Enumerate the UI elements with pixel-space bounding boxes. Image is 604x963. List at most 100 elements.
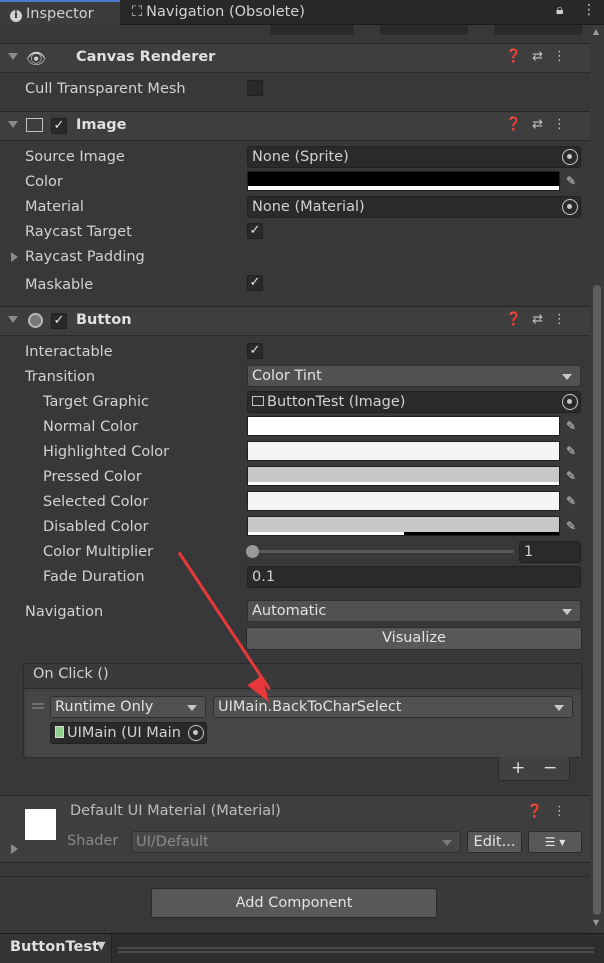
- color-label: Color: [25, 174, 63, 190]
- eyedropper-icon[interactable]: ✎: [562, 491, 580, 511]
- interactable-checkbox[interactable]: ✓: [247, 343, 263, 359]
- cull-transparent-mesh-checkbox[interactable]: [247, 80, 263, 96]
- image-component-icon: [26, 118, 43, 132]
- selected-color-label: Selected Color: [43, 494, 149, 510]
- chevron-down-icon: [187, 705, 197, 711]
- normal-color-label: Normal Color: [43, 419, 138, 435]
- footer-object-label: ButtonTest: [10, 939, 99, 955]
- chevron-down-icon: [562, 609, 572, 615]
- preset-icon[interactable]: ⇄: [532, 49, 553, 64]
- scroll-down-icon[interactable]: ▼: [593, 918, 599, 927]
- raycast-target-label: Raycast Target: [25, 224, 132, 240]
- source-image-value: None (Sprite): [252, 149, 349, 165]
- fade-duration-input[interactable]: 0.1: [247, 566, 581, 588]
- highlighted-color-field[interactable]: [247, 441, 560, 461]
- shader-options-button[interactable]: ☰ ▾: [528, 831, 582, 853]
- eyedropper-icon[interactable]: ✎: [562, 466, 580, 486]
- eyedropper-icon[interactable]: ✎: [562, 416, 580, 436]
- transition-dropdown[interactable]: Color Tint: [247, 365, 581, 387]
- pressed-color-field[interactable]: [247, 466, 560, 486]
- color-multiplier-slider-handle[interactable]: [246, 545, 259, 558]
- material-preview: [25, 809, 56, 840]
- maskable-label: Maskable: [25, 277, 94, 293]
- object-picker-icon[interactable]: [562, 149, 578, 165]
- tab-inspector[interactable]: i Inspector: [0, 0, 120, 25]
- help-icon[interactable]: ❓: [506, 117, 532, 132]
- navigation-dropdown[interactable]: Automatic: [247, 600, 581, 622]
- material-field[interactable]: None (Material): [247, 196, 581, 218]
- raycast-padding-label[interactable]: Raycast Padding: [25, 247, 145, 267]
- menu-icon[interactable]: ⋮: [582, 2, 596, 18]
- object-picker-icon[interactable]: [562, 199, 578, 215]
- source-image-label: Source Image: [25, 149, 125, 165]
- preset-icon[interactable]: ⇄: [532, 312, 553, 327]
- shader-dropdown[interactable]: UI/Default: [131, 831, 461, 853]
- event-target-object-field[interactable]: UIMain (UI Main: [50, 722, 207, 744]
- on-click-header: On Click (): [24, 664, 581, 689]
- help-icon[interactable]: ❓: [506, 49, 532, 64]
- component-title: Canvas Renderer: [76, 49, 216, 65]
- kebab-icon[interactable]: ⋮: [553, 804, 576, 819]
- add-event-button[interactable]: +: [511, 758, 525, 778]
- foldout-arrow-icon[interactable]: [8, 121, 18, 128]
- tab-inspector-label: Inspector: [26, 6, 94, 22]
- scrollbar-thumb[interactable]: [593, 285, 601, 915]
- help-icon[interactable]: ❓: [527, 804, 553, 819]
- foldout-arrow-icon[interactable]: [8, 316, 18, 323]
- color-multiplier-input[interactable]: 1: [519, 541, 581, 563]
- transition-value: Color Tint: [252, 368, 322, 384]
- scale-row-remnant: [0, 25, 590, 39]
- visualize-button[interactable]: Visualize: [246, 627, 582, 650]
- add-component-button[interactable]: Add Component: [151, 888, 437, 918]
- footer-object-selector[interactable]: ButtonTest ▼: [0, 934, 112, 963]
- raycast-target-checkbox[interactable]: ✓: [247, 223, 263, 239]
- canvas-renderer-header[interactable]: 👁︎ Canvas Renderer ❓⇄⋮: [0, 43, 590, 73]
- object-picker-icon[interactable]: [188, 725, 204, 741]
- target-graphic-field[interactable]: ButtonTest (Image): [247, 391, 581, 413]
- button-header[interactable]: ✓ Button ❓⇄⋮: [0, 306, 590, 336]
- runtime-dropdown[interactable]: Runtime Only: [50, 696, 206, 718]
- maskable-checkbox[interactable]: ✓: [247, 275, 263, 291]
- eyedropper-icon[interactable]: ✎: [562, 516, 580, 536]
- object-picker-icon[interactable]: [562, 394, 578, 410]
- eyedropper-icon[interactable]: ✎: [562, 171, 580, 191]
- inspector-scrollbar[interactable]: ▲ ▼: [590, 25, 604, 933]
- eyedropper-icon[interactable]: ✎: [562, 441, 580, 461]
- kebab-icon[interactable]: ⋮: [553, 312, 576, 327]
- transition-label: Transition: [25, 369, 96, 385]
- selected-color-field[interactable]: [247, 491, 560, 511]
- tab-navigation[interactable]: ⛶ Navigation (Obsolete): [122, 0, 342, 25]
- normal-color-field[interactable]: [247, 416, 560, 436]
- kebab-icon[interactable]: ⋮: [553, 49, 576, 64]
- material-foldout-icon[interactable]: [11, 844, 18, 854]
- chevron-down-icon: [554, 705, 564, 711]
- help-icon[interactable]: ❓: [506, 312, 532, 327]
- source-image-field[interactable]: None (Sprite): [247, 146, 581, 168]
- edit-shader-button[interactable]: Edit...: [467, 831, 522, 853]
- drag-handle-icon[interactable]: [32, 703, 44, 705]
- remove-event-button[interactable]: −: [543, 758, 557, 778]
- image-enabled-checkbox[interactable]: ✓: [51, 118, 67, 134]
- target-graphic-label: Target Graphic: [43, 394, 149, 410]
- footer-resize-handle[interactable]: [118, 947, 594, 949]
- interactable-label: Interactable: [25, 344, 113, 360]
- image-header[interactable]: ✓ Image ❓⇄⋮: [0, 111, 590, 141]
- disabled-color-field[interactable]: [247, 516, 560, 536]
- button-enabled-checkbox[interactable]: ✓: [51, 313, 67, 329]
- scroll-up-icon[interactable]: ▲: [593, 27, 599, 36]
- material-section: Default UI Material (Material) ❓⋮ Shader…: [0, 795, 590, 863]
- foldout-arrow-icon[interactable]: [8, 53, 18, 60]
- eye-icon: 👁︎: [26, 49, 47, 68]
- script-icon: [55, 726, 64, 738]
- kebab-icon[interactable]: ⋮: [553, 117, 576, 132]
- preset-icon[interactable]: ⇄: [532, 117, 553, 132]
- navigation-value: Automatic: [252, 603, 327, 619]
- raycast-padding-foldout-icon[interactable]: [11, 252, 18, 262]
- tab-bar: i Inspector ⛶ Navigation (Obsolete) 🔒︎ ⋮: [0, 0, 604, 25]
- info-icon: i: [10, 10, 22, 22]
- navigation-label: Navigation: [25, 604, 104, 620]
- lock-icon[interactable]: 🔒︎: [556, 2, 563, 18]
- image-color-field[interactable]: [247, 171, 560, 191]
- shader-value: UI/Default: [136, 834, 209, 850]
- color-multiplier-track[interactable]: [252, 550, 514, 553]
